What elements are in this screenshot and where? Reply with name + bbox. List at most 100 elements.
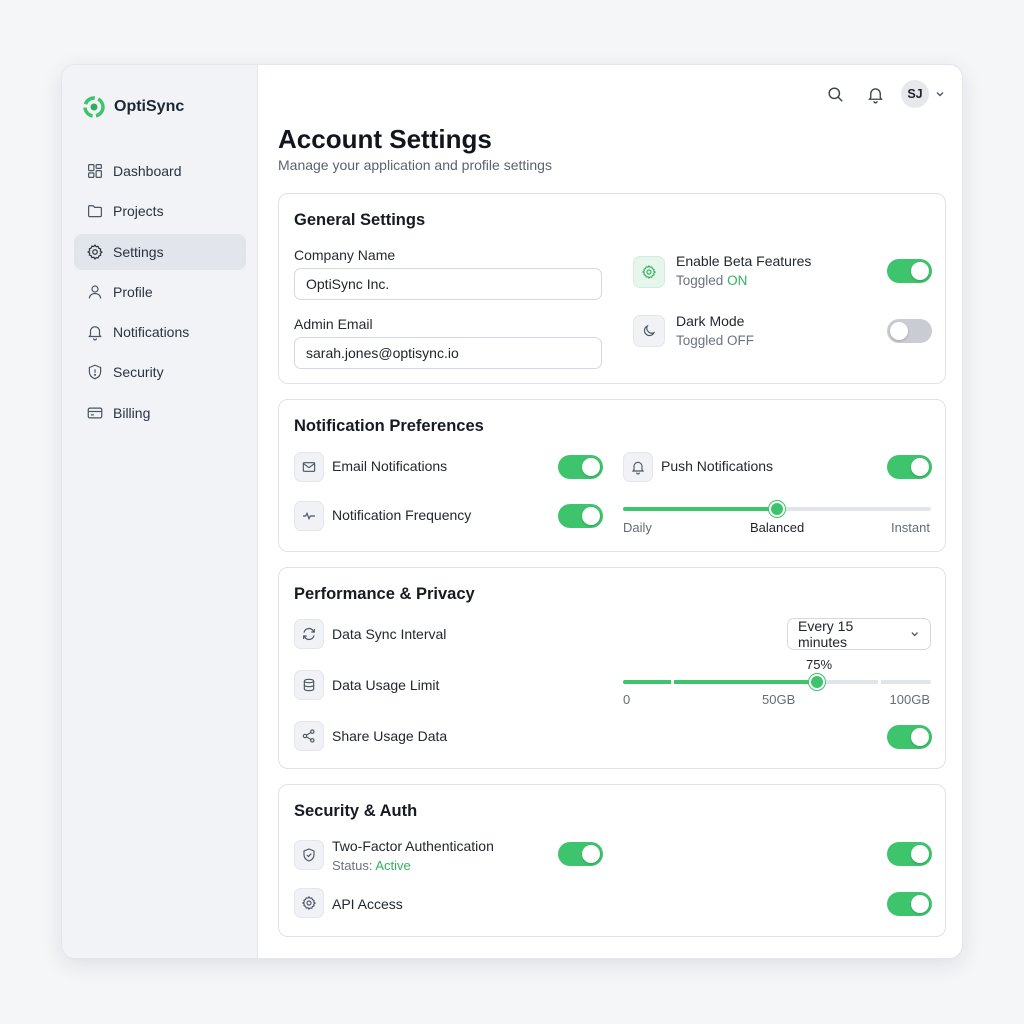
chevron-down-icon — [910, 632, 918, 637]
app-window: OptiSync Dashboard Projects Settings Pro… — [61, 64, 963, 959]
beta-features-icon-box — [633, 256, 665, 288]
slider-thumb[interactable] — [769, 501, 785, 517]
data-sync-interval-label: Data Sync Interval — [332, 626, 447, 642]
slider-thumb[interactable] — [809, 674, 826, 690]
general-settings-card: General Settings Company Name OptiSync I… — [278, 193, 946, 384]
sidebar-item-label: Billing — [113, 404, 151, 421]
sidebar-item-projects[interactable]: Projects — [74, 193, 246, 229]
usage-icon-box — [294, 670, 324, 700]
notification-frequency-label: Notification Frequency — [332, 507, 472, 523]
beta-status-prefix: Toggled — [676, 273, 724, 288]
shield-check-icon — [303, 848, 315, 862]
api-access-label: API Access — [332, 896, 403, 912]
two-factor-status-prefix: Status: — [332, 858, 373, 873]
activity-icon — [303, 511, 315, 521]
sidebar-item-billing[interactable]: Billing — [74, 395, 246, 431]
shield-icon — [88, 365, 102, 380]
beta-features-label: Enable Beta Features — [676, 253, 812, 269]
sidebar-item-settings[interactable]: Settings — [74, 233, 246, 270]
usage-min-label: 0 — [623, 692, 631, 707]
brand-name: OptiSync — [114, 98, 185, 115]
slider-fill — [623, 507, 777, 511]
sidebar-item-security[interactable]: Security — [74, 354, 246, 390]
frequency-label-balanced: Balanced — [750, 520, 805, 535]
beta-status-value: ON — [727, 273, 748, 288]
dark-mode-toggle[interactable] — [887, 319, 932, 343]
page-title: Account Settings — [278, 124, 492, 154]
gear-icon — [301, 895, 317, 911]
main-content: SJ Account Settings Manage your applicat… — [259, 65, 962, 958]
folder-icon — [88, 205, 102, 218]
sidebar-item-label: Dashboard — [113, 163, 182, 179]
database-icon — [303, 678, 315, 692]
credit-card-icon — [87, 407, 103, 419]
search-icon — [827, 86, 843, 102]
share-usage-data-label: Share Usage Data — [332, 728, 448, 744]
two-factor-toggle[interactable] — [558, 842, 603, 866]
beta-features-status: Toggled ON — [676, 273, 747, 288]
frequency-label-instant: Instant — [890, 520, 930, 535]
data-usage-limit-label: Data Usage Limit — [332, 677, 440, 693]
brand[interactable]: OptiSync — [82, 95, 184, 119]
dark-mode-icon-box — [633, 315, 665, 347]
avatar[interactable]: SJ — [901, 80, 929, 108]
api-icon-box — [294, 888, 324, 918]
notification-frequency-toggle[interactable] — [558, 504, 603, 528]
admin-email-label: Admin Email — [294, 316, 373, 332]
share-usage-data-toggle[interactable] — [887, 725, 932, 749]
notification-preferences-card: Notification Preferences Email Notificat… — [278, 399, 946, 552]
bell-icon — [631, 461, 645, 475]
sidebar-item-label: Projects — [113, 203, 164, 220]
push-notifications-toggle[interactable] — [887, 455, 932, 479]
topbar: SJ — [815, 79, 946, 109]
notifications-button[interactable] — [855, 79, 895, 109]
twofa-icon-box — [294, 840, 324, 870]
push-icon-box — [623, 452, 653, 482]
security-auth-card: Security & Auth Two-Factor Authenticatio… — [278, 784, 946, 937]
sidebar-item-dashboard[interactable]: Dashboard — [74, 153, 246, 189]
card-title: Notification Preferences — [294, 417, 484, 435]
page-subtitle: Manage your application and profile sett… — [278, 157, 552, 173]
sidebar-item-profile[interactable]: Profile — [74, 274, 246, 310]
select-value: Every 15 minutes — [798, 618, 854, 650]
search-button[interactable] — [815, 79, 855, 109]
data-usage-slider[interactable] — [623, 672, 931, 692]
sidebar-item-label: Settings — [113, 243, 164, 260]
optisync-logo-icon — [83, 96, 105, 118]
gear-icon — [87, 243, 103, 260]
usage-mid-label: 50GB — [762, 692, 796, 707]
gear-icon — [641, 264, 657, 280]
performance-privacy-card: Performance & Privacy Data Sync Interval… — [278, 567, 946, 769]
card-title: Security & Auth — [294, 802, 418, 820]
card-title: General Settings — [294, 211, 426, 229]
sidebar-item-notifications[interactable]: Notifications — [74, 314, 246, 350]
company-name-label: Company Name — [294, 247, 396, 263]
email-notifications-label: Email Notifications — [332, 458, 448, 474]
email-icon-box — [294, 452, 324, 482]
grid-icon — [88, 164, 102, 178]
company-name-input[interactable]: OptiSync Inc. — [294, 268, 602, 300]
data-sync-interval-select[interactable]: Every 15 minutes — [787, 618, 931, 650]
chevron-down-icon[interactable] — [934, 88, 946, 100]
share-icon-box — [294, 721, 324, 751]
dark-mode-label: Dark Mode — [676, 313, 745, 329]
email-notifications-toggle[interactable] — [558, 455, 603, 479]
frequency-label-daily: Daily — [623, 520, 652, 535]
slider-segment-gap — [878, 679, 881, 685]
sidebar: OptiSync Dashboard Projects Settings Pro… — [62, 65, 258, 958]
admin-email-input[interactable]: sarah.jones@optisync.io — [294, 337, 602, 369]
usage-max-label: 100GB — [889, 692, 930, 707]
two-factor-status-value: Active — [375, 858, 411, 873]
moon-icon — [643, 324, 656, 337]
dark-mode-status: Toggled OFF — [676, 333, 755, 348]
usage-value-label: 75% — [806, 657, 833, 672]
frequency-slider[interactable] — [623, 499, 931, 519]
sync-icon-box — [294, 619, 324, 649]
frequency-icon-box — [294, 501, 324, 531]
bell-icon — [88, 326, 102, 341]
api-access-toggle[interactable] — [887, 892, 932, 916]
beta-features-toggle[interactable] — [887, 259, 932, 283]
mail-icon — [302, 462, 316, 472]
two-factor-status: Status: Active — [332, 858, 411, 873]
two-factor-secondary-toggle[interactable] — [887, 842, 932, 866]
